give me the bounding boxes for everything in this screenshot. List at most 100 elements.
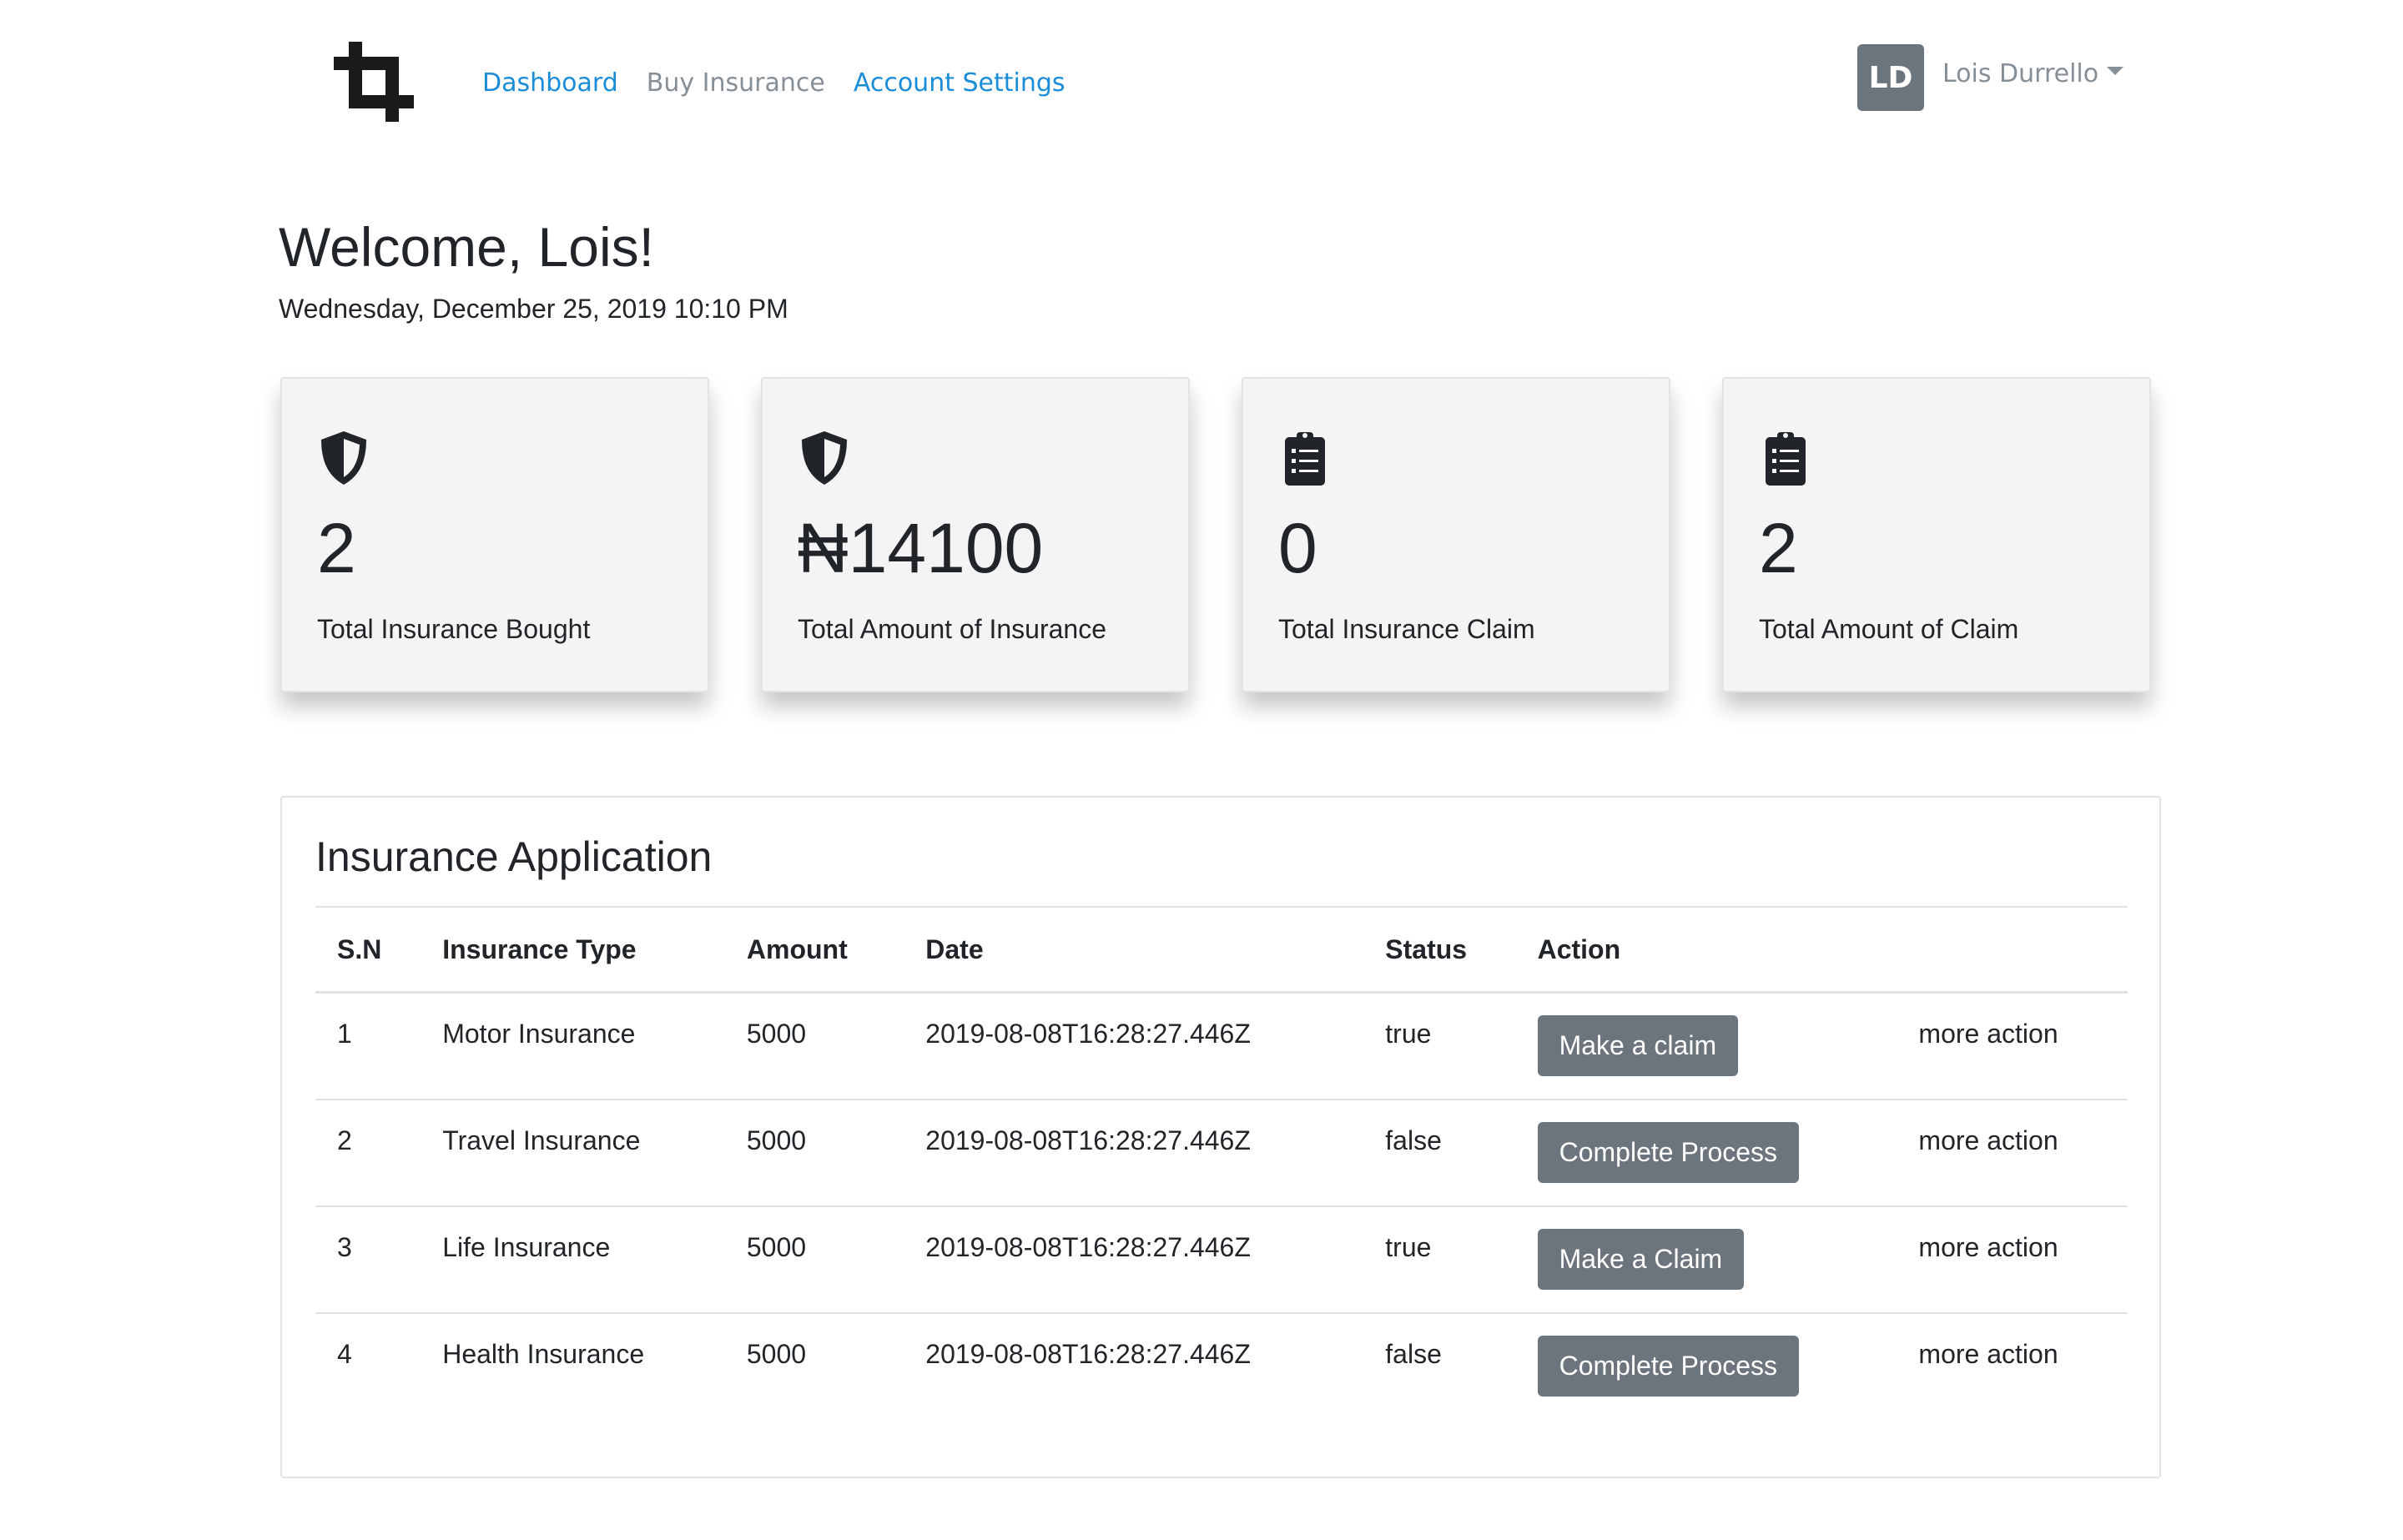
cell-sn-text: 3 xyxy=(337,1232,352,1262)
cell-amount-text: 5000 xyxy=(746,1232,807,1262)
insurance-application-panel: Insurance Application S.N Insurance Type… xyxy=(280,796,2161,1478)
user-name-text: Lois Durrello xyxy=(1942,58,2099,88)
cell-type: Life Insurance xyxy=(421,1206,725,1313)
shield-icon xyxy=(317,429,370,487)
cell-amount: 5000 xyxy=(725,993,904,1100)
nav-link-buy-insurance[interactable]: Buy Insurance xyxy=(647,65,825,102)
avatar[interactable]: LD xyxy=(1857,44,1924,111)
more-action-link[interactable]: more action xyxy=(1918,1100,2128,1156)
stat-card-total-insurance-bought: 2 Total Insurance Bought xyxy=(280,377,709,692)
cell-sn: 4 xyxy=(315,1313,421,1419)
main-nav: Dashboard Buy Insurance Account Settings xyxy=(482,65,1065,102)
cell-status: false xyxy=(1363,1313,1515,1419)
cell-type: Travel Insurance xyxy=(421,1100,725,1206)
cell-type-text: Travel Insurance xyxy=(442,1125,641,1155)
user-menu[interactable]: LD Lois Durrello xyxy=(1857,44,2124,111)
cell-status-text: false xyxy=(1385,1125,1442,1155)
user-name[interactable]: Lois Durrello xyxy=(1942,58,2124,88)
cell-sn-text: 4 xyxy=(337,1339,352,1369)
cell-date-text: 2019-08-08T16:28:27.446Z xyxy=(925,1125,1251,1155)
cell-sn-text: 1 xyxy=(337,1019,352,1049)
cell-amount: 5000 xyxy=(725,1100,904,1206)
cell-sn: 3 xyxy=(315,1206,421,1313)
cell-amount-text: 5000 xyxy=(746,1125,807,1155)
cell-date-text: 2019-08-08T16:28:27.446Z xyxy=(925,1019,1251,1049)
cell-date-text: 2019-08-08T16:28:27.446Z xyxy=(925,1232,1251,1262)
stat-label: Total Amount of Insurance xyxy=(798,614,1106,644)
shield-icon xyxy=(798,429,851,487)
cell-sn: 2 xyxy=(315,1100,421,1206)
cell-date: 2019-08-08T16:28:27.446Z xyxy=(904,1206,1363,1313)
cell-status-text: false xyxy=(1385,1339,1442,1369)
table-row: 3 Life Insurance 5000 2019-08-08T16:28:2… xyxy=(315,1206,2128,1313)
stat-label: Total Insurance Claim xyxy=(1278,614,1535,644)
complete-process-button[interactable]: Complete Process xyxy=(1537,1122,1800,1183)
column-header-more xyxy=(1897,907,2128,993)
crop-logo-icon[interactable] xyxy=(330,42,416,123)
cell-more: more action xyxy=(1897,993,2128,1100)
cell-action: Make a claim xyxy=(1516,993,1897,1100)
column-header-insurance-type: Insurance Type xyxy=(442,934,637,964)
cell-status-text: true xyxy=(1385,1019,1432,1049)
clipboard-list-icon xyxy=(1759,429,1812,487)
table-row: 1 Motor Insurance 5000 2019-08-08T16:28:… xyxy=(315,993,2128,1100)
cell-type: Motor Insurance xyxy=(421,993,725,1100)
navbar: Dashboard Buy Insurance Account Settings… xyxy=(0,0,2403,167)
cell-type-text: Motor Insurance xyxy=(442,1019,636,1049)
cell-date: 2019-08-08T16:28:27.446Z xyxy=(904,1100,1363,1206)
cell-status: true xyxy=(1363,993,1515,1100)
cell-type: Health Insurance xyxy=(421,1313,725,1419)
more-action-link[interactable]: more action xyxy=(1918,1207,2128,1263)
page-title: Welcome, Lois! xyxy=(279,216,654,278)
column-header-sn: S.N xyxy=(337,934,382,964)
cell-date-text: 2019-08-08T16:28:27.446Z xyxy=(925,1339,1251,1369)
current-date: Wednesday, December 25, 2019 10:10 PM xyxy=(279,294,788,324)
cell-amount-text: 5000 xyxy=(746,1339,807,1369)
table-row: 4 Health Insurance 5000 2019-08-08T16:28… xyxy=(315,1313,2128,1419)
nav-link-account-settings[interactable]: Account Settings xyxy=(854,65,1065,102)
more-action-link[interactable]: more action xyxy=(1918,1314,2128,1370)
column-header-action: Action xyxy=(1537,934,1621,964)
cell-date: 2019-08-08T16:28:27.446Z xyxy=(904,1313,1363,1419)
column-header-amount: Amount xyxy=(746,934,848,964)
stat-card-total-insurance-claim: 0 Total Insurance Claim xyxy=(1242,377,1670,692)
cell-amount: 5000 xyxy=(725,1206,904,1313)
stat-card-total-amount-of-insurance: ₦14100 Total Amount of Insurance xyxy=(761,377,1190,692)
table-row: 2 Travel Insurance 5000 2019-08-08T16:28… xyxy=(315,1100,2128,1206)
make-claim-button[interactable]: Make a claim xyxy=(1537,1015,1739,1076)
cell-type-text: Health Insurance xyxy=(442,1339,645,1369)
stat-value: ₦14100 xyxy=(798,509,1044,587)
complete-process-button[interactable]: Complete Process xyxy=(1537,1336,1800,1397)
cell-more: more action xyxy=(1897,1100,2128,1206)
clipboard-list-icon xyxy=(1278,429,1332,487)
stat-card-total-amount-of-claim: 2 Total Amount of Claim xyxy=(1722,377,2151,692)
cell-type-text: Life Insurance xyxy=(442,1232,611,1262)
stats-cards: 2 Total Insurance Bought ₦14100 Total Am… xyxy=(280,377,2151,692)
cell-status: false xyxy=(1363,1100,1515,1206)
page: Dashboard Buy Insurance Account Settings… xyxy=(0,0,2403,1540)
stat-value: 0 xyxy=(1278,509,1317,587)
stat-label: Total Amount of Claim xyxy=(1759,614,2019,644)
cell-action: Make a Claim xyxy=(1516,1206,1897,1313)
stat-value: 2 xyxy=(317,509,356,587)
table-header-row: S.N Insurance Type Amount Date Status Ac… xyxy=(315,907,2128,993)
column-header-status: Status xyxy=(1385,934,1468,964)
panel-title: Insurance Application xyxy=(315,833,713,880)
more-action-link[interactable]: more action xyxy=(1918,994,2128,1049)
insurance-application-table: S.N Insurance Type Amount Date Status Ac… xyxy=(315,906,2128,1419)
cell-sn-text: 2 xyxy=(337,1125,352,1155)
cell-date: 2019-08-08T16:28:27.446Z xyxy=(904,993,1363,1100)
caret-down-icon xyxy=(2107,67,2124,75)
make-claim-button[interactable]: Make a Claim xyxy=(1537,1229,1745,1290)
cell-sn: 1 xyxy=(315,993,421,1100)
cell-amount-text: 5000 xyxy=(746,1019,807,1049)
cell-action: Complete Process xyxy=(1516,1100,1897,1206)
nav-link-dashboard[interactable]: Dashboard xyxy=(482,65,618,102)
stat-label: Total Insurance Bought xyxy=(317,614,591,644)
cell-status: true xyxy=(1363,1206,1515,1313)
cell-more: more action xyxy=(1897,1313,2128,1419)
column-header-date: Date xyxy=(925,934,984,964)
cell-status-text: true xyxy=(1385,1232,1432,1262)
stat-value: 2 xyxy=(1759,509,1798,587)
cell-action: Complete Process xyxy=(1516,1313,1897,1419)
